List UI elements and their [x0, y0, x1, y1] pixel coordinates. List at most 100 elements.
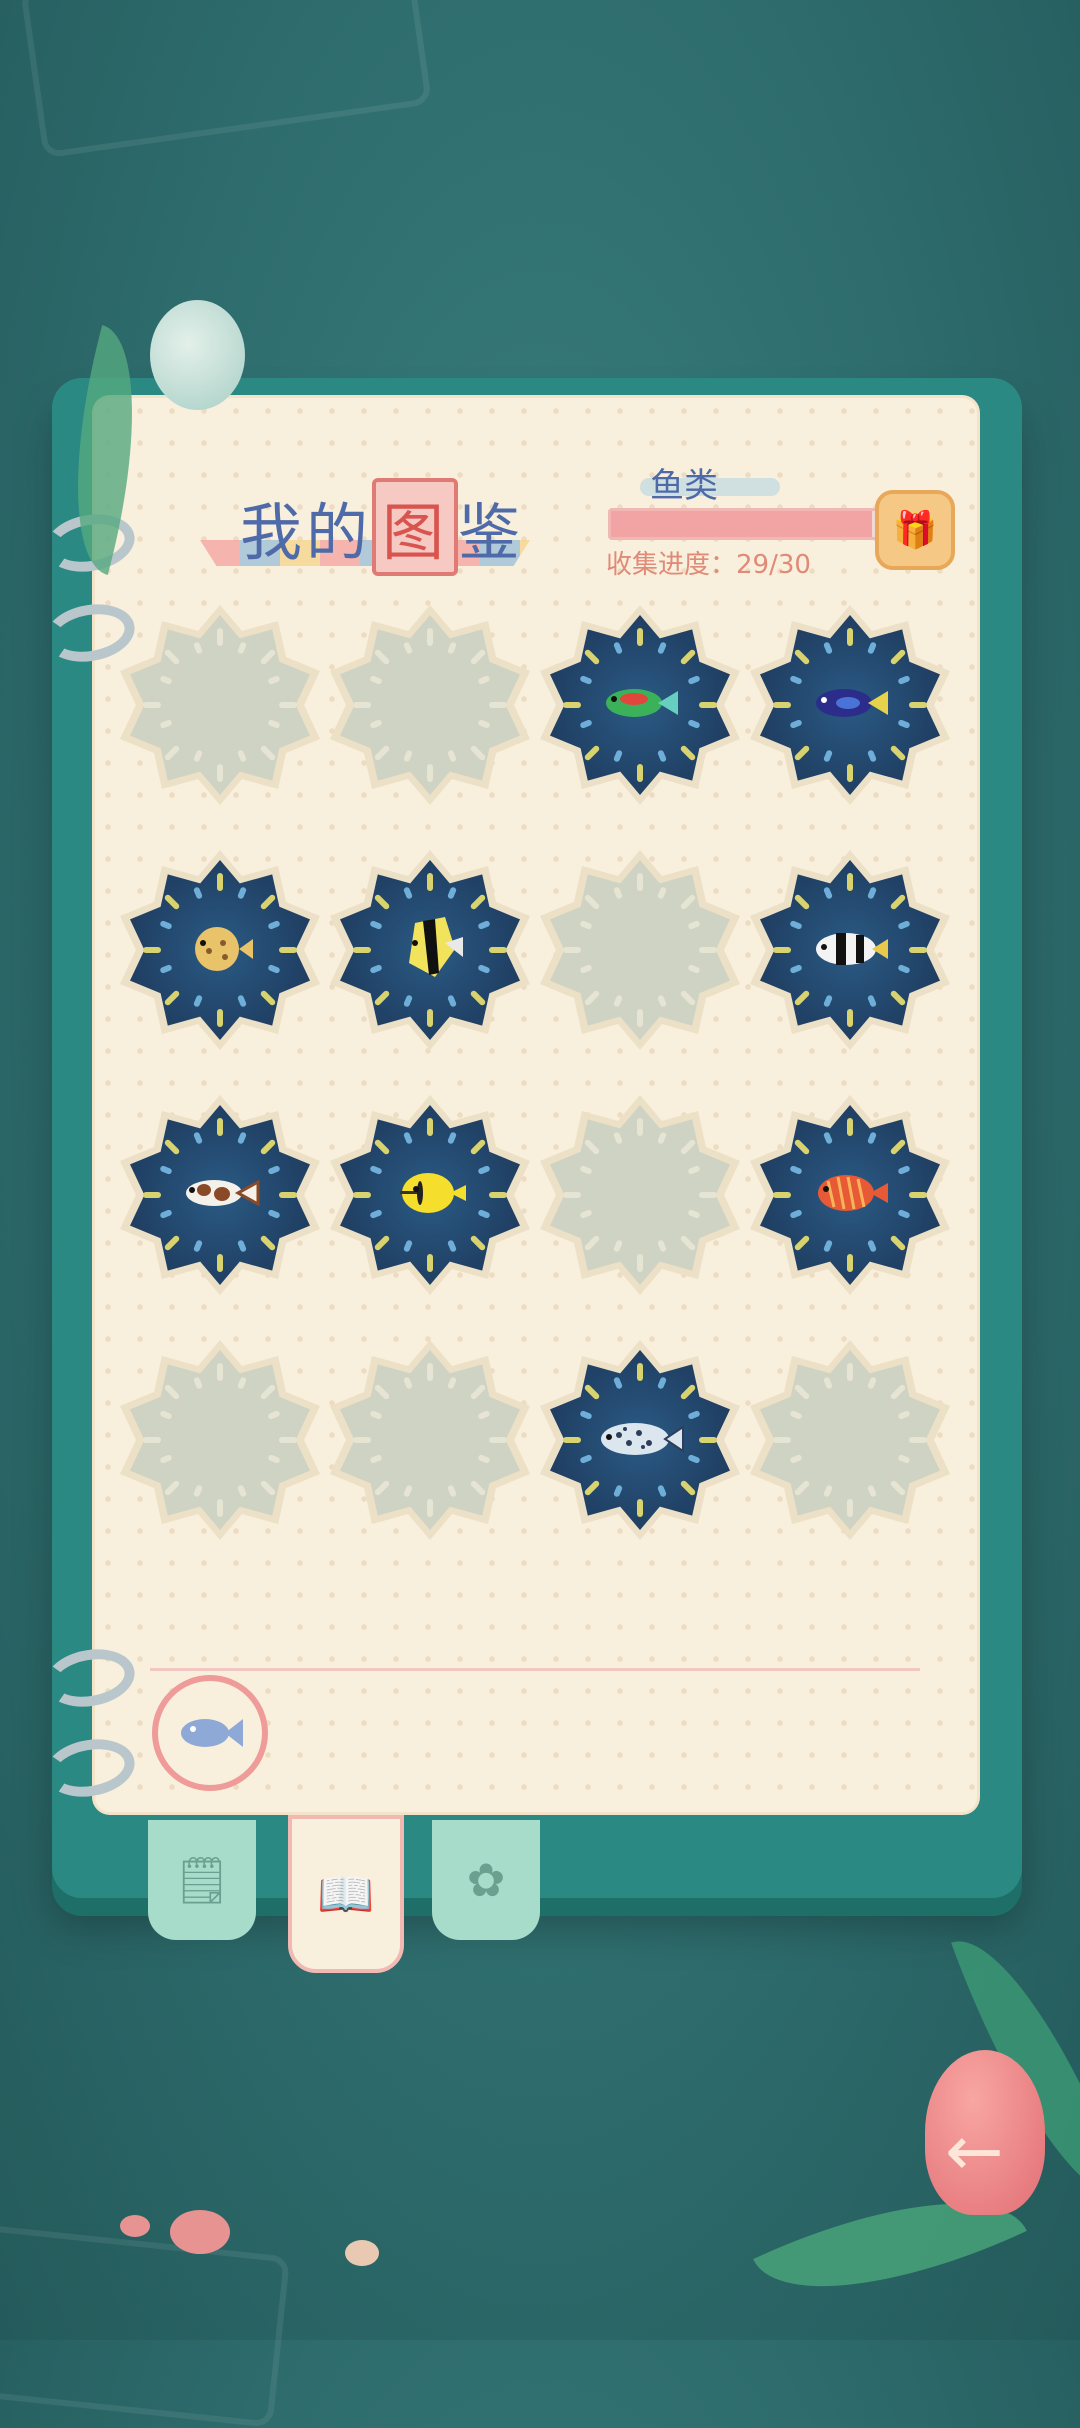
badge-tick: [637, 764, 643, 782]
badge-tick: [427, 764, 433, 782]
badge-tick: [847, 1118, 853, 1136]
collection-slot-unlocked[interactable]: [120, 850, 320, 1050]
badge-tick: [909, 947, 927, 953]
badge-tick: [637, 873, 643, 891]
gift-icon[interactable]: 🎁: [875, 490, 955, 570]
badge-tick: [143, 947, 161, 953]
badge-tick: [489, 1437, 507, 1443]
badge-tick: [563, 947, 581, 953]
badge-tick: [279, 1192, 297, 1198]
badge-tick: [427, 628, 433, 646]
badge-tick: [847, 1009, 853, 1027]
badge-tick: [847, 764, 853, 782]
badge-tick: [217, 873, 223, 891]
badge-tick: [699, 1437, 717, 1443]
pufferfish-icon: [185, 921, 255, 979]
badge-tick: [217, 1118, 223, 1136]
progress-fill: [611, 511, 872, 537]
collection-slot-locked[interactable]: [120, 605, 320, 805]
tab-flowers[interactable]: ✿: [432, 1820, 540, 1940]
collection-slot-locked[interactable]: [120, 1340, 320, 1540]
badge-tick: [353, 1437, 371, 1443]
badge-tick: [637, 1499, 643, 1517]
striped-bannerfish-icon: [810, 923, 890, 977]
badge-tick: [279, 947, 297, 953]
badge-tick: [909, 1192, 927, 1198]
badge-tick: [217, 1499, 223, 1517]
collection-slot-locked[interactable]: [540, 1095, 740, 1295]
collection-slot-locked[interactable]: [330, 1340, 530, 1540]
badge-tick: [699, 702, 717, 708]
badge-tick: [217, 1009, 223, 1027]
badge-tick: [427, 1009, 433, 1027]
badge-tick: [489, 947, 507, 953]
badge-tick: [773, 1192, 791, 1198]
collection-slot-unlocked[interactable]: [120, 1095, 320, 1295]
badge-tick: [847, 1363, 853, 1381]
badge-tick: [637, 628, 643, 646]
badge-tick: [637, 1254, 643, 1272]
badge-tick: [699, 1192, 717, 1198]
tab-photos[interactable]: 🗒: [148, 1820, 256, 1940]
badge-tick: [847, 1499, 853, 1517]
flower-icon: ✿: [466, 1853, 506, 1907]
badge-tick: [773, 1437, 791, 1443]
collection-slot-locked[interactable]: [540, 850, 740, 1050]
badge-tick: [699, 947, 717, 953]
red-striped-fish-icon: [810, 1167, 890, 1223]
badge-tick: [427, 1499, 433, 1517]
badge-tick: [489, 1192, 507, 1198]
divider: [150, 1668, 920, 1671]
back-arrow-icon: ←: [945, 2110, 1004, 2192]
collection-slot-locked[interactable]: [750, 1340, 950, 1540]
badge-tick: [217, 628, 223, 646]
collection-slot-unlocked[interactable]: [540, 605, 740, 805]
badge-tick: [773, 947, 791, 953]
badge-tick: [563, 702, 581, 708]
photo-card-icon: 🗒: [172, 1852, 232, 1907]
title-highlight: 图: [372, 478, 459, 576]
collection-slot-unlocked[interactable]: [750, 850, 950, 1050]
collection-slot-unlocked[interactable]: [540, 1340, 740, 1540]
badge-tick: [279, 1437, 297, 1443]
collection-slot-unlocked[interactable]: [750, 1095, 950, 1295]
background-frame: [19, 0, 433, 159]
badge-tick: [427, 1118, 433, 1136]
badge-tick: [427, 1363, 433, 1381]
pebble-decoration: [345, 2240, 379, 2266]
badge-tick: [847, 1254, 853, 1272]
badge-tick: [353, 1192, 371, 1198]
category-label: 鱼类: [650, 466, 718, 506]
badge-tick: [217, 764, 223, 782]
badge-tick: [279, 702, 297, 708]
badge-tick: [143, 702, 161, 708]
book-star-icon: 📖: [317, 1866, 375, 1921]
badge-tick: [143, 1437, 161, 1443]
blue-tang-icon: [810, 681, 890, 729]
badge-tick: [427, 1254, 433, 1272]
progress-text: 收集进度：29/30: [606, 550, 811, 580]
badge-tick: [353, 702, 371, 708]
badge-tick: [909, 1437, 927, 1443]
pebble-decoration: [120, 2215, 150, 2237]
badge-tick: [637, 1363, 643, 1381]
green-parrotfish-icon: [600, 681, 680, 729]
fish-icon: [181, 1719, 243, 1747]
yellow-butterflyfish-icon: [390, 1165, 470, 1225]
collection-slot-unlocked[interactable]: [330, 1095, 530, 1295]
moorish-idol-icon: [395, 913, 465, 987]
pebble-decoration: [170, 2210, 230, 2254]
tab-collection[interactable]: 📖: [288, 1815, 404, 1973]
collection-slot-unlocked[interactable]: [330, 850, 530, 1050]
badge-tick: [847, 873, 853, 891]
badge-tick: [847, 628, 853, 646]
collection-slot-unlocked[interactable]: [750, 605, 950, 805]
badge-tick: [909, 702, 927, 708]
fish-collection-grid: [120, 605, 960, 1540]
badge-tick: [217, 1254, 223, 1272]
page-title: 我的图鉴: [240, 478, 524, 576]
background-frame: [0, 2224, 291, 2428]
badge-tick: [773, 702, 791, 708]
collection-slot-locked[interactable]: [330, 605, 530, 805]
fish-category-button[interactable]: [152, 1675, 268, 1791]
